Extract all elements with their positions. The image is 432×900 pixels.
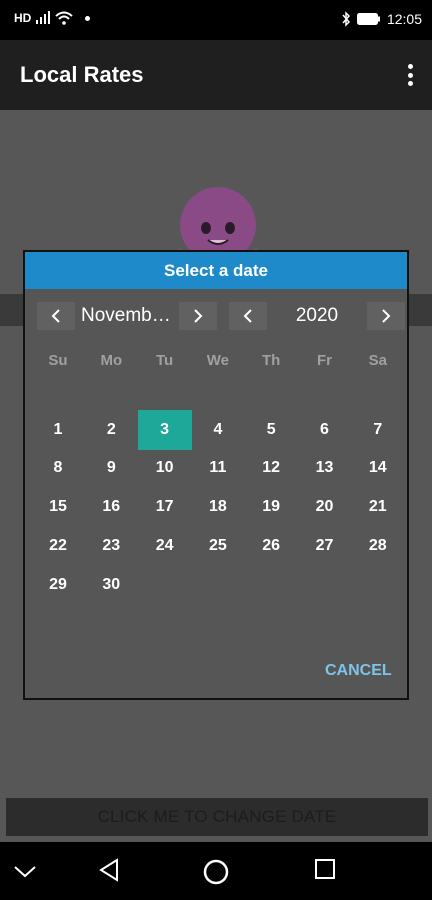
day-cell[interactable]: 15 bbox=[31, 487, 85, 527]
home-icon[interactable] bbox=[202, 858, 230, 886]
status-left: HD bbox=[14, 11, 91, 25]
chevron-down-icon[interactable] bbox=[14, 866, 36, 878]
change-date-button[interactable]: CLICK ME TO CHANGE DATE bbox=[6, 798, 428, 836]
chevron-left-icon bbox=[51, 309, 60, 323]
app-title: Local Rates bbox=[20, 62, 144, 87]
back-icon[interactable] bbox=[98, 858, 120, 882]
month-label[interactable]: Novemb… bbox=[81, 302, 181, 330]
day-cell[interactable]: 22 bbox=[31, 526, 85, 566]
day-cell[interactable]: 19 bbox=[244, 487, 298, 527]
day-cell[interactable]: 2 bbox=[84, 410, 138, 450]
day-cell[interactable]: 12 bbox=[244, 448, 298, 488]
day-cell[interactable]: 20 bbox=[298, 487, 352, 527]
day-cell[interactable]: 23 bbox=[84, 526, 138, 566]
day-cell[interactable]: 14 bbox=[351, 448, 405, 488]
day-cell[interactable]: 10 bbox=[138, 448, 192, 488]
next-year-button[interactable] bbox=[367, 302, 405, 330]
day-cell[interactable]: 8 bbox=[31, 448, 85, 488]
day-cell-selected[interactable]: 3 bbox=[137, 410, 192, 450]
system-nav-bar bbox=[0, 842, 432, 900]
day-cell[interactable]: 16 bbox=[84, 487, 138, 527]
signal-icon bbox=[36, 11, 51, 24]
weekday-label: Tu bbox=[155, 352, 174, 369]
day-cell[interactable]: 5 bbox=[244, 410, 298, 450]
bluetooth-icon bbox=[342, 11, 350, 27]
day-cell[interactable]: 17 bbox=[138, 487, 192, 527]
wifi-icon bbox=[55, 11, 74, 25]
weekday-label: We bbox=[206, 352, 229, 369]
day-cell[interactable]: 4 bbox=[191, 410, 245, 450]
chevron-right-icon bbox=[382, 309, 391, 323]
year-label[interactable]: 2020 bbox=[277, 302, 357, 330]
next-month-button[interactable] bbox=[179, 302, 217, 330]
day-cell[interactable]: 27 bbox=[298, 526, 352, 566]
day-cell[interactable]: 7 bbox=[351, 410, 405, 450]
day-cell[interactable]: 28 bbox=[351, 526, 405, 566]
weekday-label: Su bbox=[48, 352, 68, 369]
day-cell[interactable]: 9 bbox=[84, 448, 138, 488]
overflow-menu-icon[interactable] bbox=[404, 64, 416, 86]
weekday-label: Mo bbox=[100, 352, 123, 369]
chevron-left-icon bbox=[243, 309, 252, 323]
status-right: 12:05 bbox=[341, 11, 422, 27]
day-cell[interactable]: 25 bbox=[191, 526, 245, 566]
weekday-label: Sa bbox=[368, 352, 387, 369]
cancel-button[interactable]: CANCEL bbox=[325, 662, 392, 680]
day-cell[interactable]: 13 bbox=[298, 448, 352, 488]
date-picker-dialog: Select a date Novemb… 2020 Su Mo Tu We Th Fr S… bbox=[23, 250, 409, 700]
day-cell[interactable]: 29 bbox=[31, 565, 85, 605]
day-cell[interactable]: 24 bbox=[138, 526, 192, 566]
hd-indicator: HD bbox=[14, 11, 32, 25]
prev-month-button[interactable] bbox=[37, 302, 75, 330]
prev-year-button[interactable] bbox=[229, 302, 267, 330]
notification-dot-icon bbox=[85, 15, 91, 21]
day-cell[interactable]: 11 bbox=[191, 448, 245, 488]
dialog-title: Select a date bbox=[25, 252, 407, 289]
day-cell[interactable]: 21 bbox=[351, 487, 405, 527]
weekday-label: Fr bbox=[317, 352, 332, 369]
chevron-right-icon bbox=[194, 309, 203, 323]
status-bar: HD 12:05 bbox=[0, 0, 432, 40]
day-cell[interactable]: 1 bbox=[31, 410, 85, 450]
day-cell[interactable]: 18 bbox=[191, 487, 245, 527]
app-bar: Local Rates bbox=[0, 40, 432, 110]
weekday-label: Th bbox=[262, 352, 281, 369]
clock: 12:05 bbox=[386, 11, 422, 27]
day-cell[interactable]: 26 bbox=[244, 526, 298, 566]
day-cell[interactable]: 6 bbox=[298, 410, 352, 450]
day-cell[interactable]: 30 bbox=[84, 565, 138, 605]
battery-icon bbox=[356, 13, 380, 25]
recents-icon[interactable] bbox=[314, 858, 336, 880]
